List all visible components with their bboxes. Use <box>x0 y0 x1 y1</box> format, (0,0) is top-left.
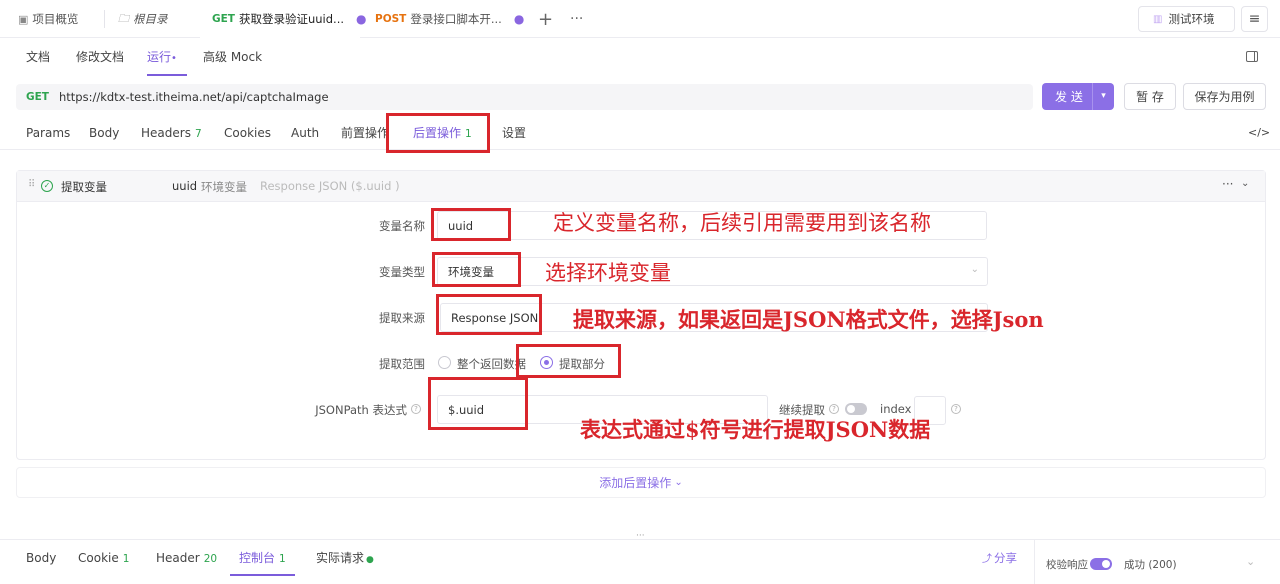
scope-label: 提取范围 <box>379 357 425 371</box>
annotation-var-type: 选择环境变量 <box>545 261 671 285</box>
divider <box>1034 540 1035 584</box>
extract-variable-header[interactable]: ⠿ ✓ 提取变量 uuid 环境变量 Response JSON ($.uuid… <box>17 171 1265 202</box>
request-tabs: Params Body Headers 7 Cookies Auth 前置操作 后… <box>0 116 1280 150</box>
save-temp-button[interactable]: 暂 存 <box>1124 83 1176 110</box>
unsaved-dot-icon: ● <box>513 12 525 26</box>
resp-tab-body[interactable]: Body <box>26 540 56 576</box>
tab-auth[interactable]: Auth <box>291 116 319 150</box>
source-label: 提取来源 <box>379 311 425 325</box>
resp-tab-header[interactable]: Header 20 <box>156 540 217 576</box>
verify-response-toggle[interactable] <box>1090 558 1112 570</box>
status-dot-icon: ● <box>366 555 374 565</box>
tab-settings[interactable]: 设置 <box>502 116 526 150</box>
tab-post-login[interactable]: POST 登录接口脚本开... ● <box>375 0 524 38</box>
code-icon[interactable]: </> <box>1248 116 1270 150</box>
highlight-jsonpath <box>428 377 528 430</box>
tab-advanced-mock[interactable]: 高级 Mock <box>203 38 262 76</box>
annotation-var-name: 定义变量名称，后续引用需要用到该名称 <box>553 211 931 235</box>
drag-handle-icon[interactable]: ⠿ <box>28 179 35 190</box>
layout-toggle-icon[interactable] <box>1246 51 1258 62</box>
url-value: https://kdtx-test.itheima.net/api/captch… <box>58 90 329 104</box>
status-text: 成功 (200) <box>1124 559 1177 571</box>
tab-project-overview[interactable]: ▣ 项目概览 <box>18 0 78 38</box>
tab-edit-doc[interactable]: 修改文档 <box>76 38 124 76</box>
collapse-chevron-icon[interactable]: ⌄ <box>1241 178 1249 189</box>
more-options-icon[interactable]: ··· <box>1222 177 1233 191</box>
doc-run-tabs: 文档 修改文档 运行• 高级 Mock <box>0 38 1280 76</box>
more-tabs-icon[interactable]: ··· <box>570 0 583 38</box>
menu-icon[interactable]: ≡ <box>1241 6 1268 32</box>
help-icon[interactable]: ? <box>951 404 961 414</box>
extract-variable-title: 提取变量 <box>61 180 107 194</box>
unsaved-dot-icon: ● <box>356 12 367 26</box>
resp-tab-actual-request[interactable]: 实际请求 ● <box>316 540 374 576</box>
help-icon[interactable]: ? <box>829 404 839 414</box>
url-input[interactable]: GET https://kdtx-test.itheima.net/api/ca… <box>16 84 1033 110</box>
send-button[interactable]: 发 送 ▾ <box>1042 83 1114 110</box>
tab-divider <box>104 10 105 28</box>
tab-pre-ops[interactable]: 前置操作 <box>341 116 389 150</box>
response-bar: Body Cookie 1 Header 20 控制台 1 实际请求 ● ⤴ 分享 校验响… <box>0 539 1280 584</box>
scope-all-radio[interactable] <box>438 356 451 369</box>
chevron-down-icon[interactable]: ▾ <box>1092 83 1114 110</box>
var-name-label: 变量名称 <box>379 219 425 233</box>
tab-cookies[interactable]: Cookies <box>224 116 271 150</box>
summary-var-name: uuid <box>172 179 198 193</box>
environment-icon: ▥ <box>1153 13 1163 25</box>
highlight-var-name <box>431 208 511 241</box>
chevron-down-icon[interactable]: ⌄ <box>1246 555 1255 568</box>
chevron-down-icon: ⌄ <box>970 264 979 275</box>
save-as-case-button[interactable]: 保存为用例 <box>1183 83 1266 110</box>
overview-icon: ▣ <box>18 12 29 26</box>
var-type-label: 变量类型 <box>379 265 425 279</box>
tab-body[interactable]: Body <box>89 116 119 150</box>
tab-params[interactable]: Params <box>26 116 70 150</box>
annotation-source: 提取来源，如果返回是JSON格式文件，选择Json <box>573 307 1044 332</box>
chevron-down-icon: ⌄ <box>674 477 683 488</box>
tab-run[interactable]: 运行• <box>147 38 187 76</box>
highlight-post-ops-tab <box>386 113 490 153</box>
tab-root-folder[interactable]: 🗀 根目录 <box>118 0 168 38</box>
tab-doc[interactable]: 文档 <box>26 38 50 76</box>
resp-tab-console[interactable]: 控制台 1 <box>230 540 295 576</box>
annotation-jsonpath: 表达式通过$符号进行提取JSON数据 <box>580 417 931 442</box>
summary-var-type: 环境变量 <box>201 180 247 194</box>
top-tab-bar: ▣ 项目概览 🗀 根目录 GET 获取登录验证uuid... ● POST 登录… <box>0 0 1280 38</box>
verify-response-label: 校验响应 <box>1046 559 1088 571</box>
highlight-var-type <box>432 252 521 287</box>
tab-get-uuid[interactable]: GET 获取登录验证uuid... ● <box>200 0 367 38</box>
add-tab-button[interactable]: + <box>538 0 553 38</box>
help-icon[interactable]: ? <box>411 404 421 414</box>
share-icon: ⤴ <box>982 554 992 565</box>
highlight-source <box>436 294 542 335</box>
tab-headers[interactable]: Headers 7 <box>141 116 202 150</box>
share-button[interactable]: ⤴ 分享 <box>982 550 1017 566</box>
check-circle-icon[interactable]: ✓ <box>41 180 53 192</box>
resp-tab-cookie[interactable]: Cookie 1 <box>78 540 129 576</box>
environment-select[interactable]: ▥ 测试环境 <box>1138 6 1235 32</box>
jsonpath-label: JSONPath 表达式 <box>315 403 407 417</box>
summary-expression: Response JSON ($.uuid ) <box>260 179 400 193</box>
folder-icon: 🗀 <box>118 11 129 25</box>
add-post-op-button[interactable]: 添加后置操作 ⌄ <box>16 467 1266 498</box>
highlight-scope-part <box>516 344 621 378</box>
